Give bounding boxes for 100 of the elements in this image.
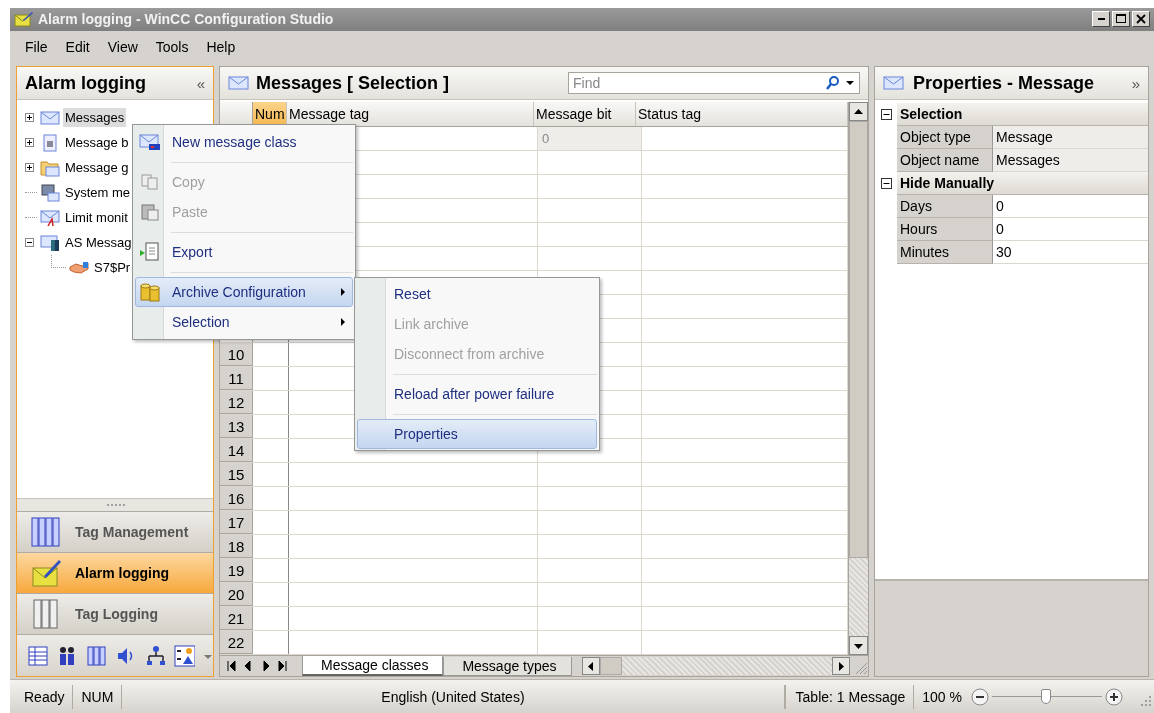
vertical-scrollbar[interactable] <box>848 102 868 655</box>
row-header[interactable]: 11 <box>220 367 253 390</box>
menu-item[interactable]: Properties <box>357 419 597 449</box>
scroll-thumb[interactable] <box>599 657 622 675</box>
scroll-up-icon[interactable] <box>854 108 863 115</box>
tree-toggle[interactable] <box>25 113 37 122</box>
search-bar[interactable]: Find <box>568 72 860 94</box>
database-icon <box>139 282 161 302</box>
menu-item[interactable]: New message class <box>135 127 353 157</box>
row-header[interactable]: 16 <box>220 487 253 510</box>
window-title: Alarm logging - WinCC Configuration Studio <box>38 11 335 28</box>
row-header[interactable]: 21 <box>220 607 253 630</box>
menu-item[interactable]: Export <box>135 237 353 267</box>
row-header[interactable]: 18 <box>220 535 253 558</box>
sheet-tab[interactable]: Message classes <box>302 656 444 676</box>
row-header[interactable]: 15 <box>220 463 253 486</box>
horizontal-scrollbar[interactable] <box>581 657 850 675</box>
tree-toggle[interactable] <box>25 138 37 147</box>
menu-item[interactable]: File <box>16 38 57 55</box>
column-header[interactable]: Num <box>253 102 287 126</box>
scroll-right-icon[interactable] <box>838 661 844 671</box>
tree-item[interactable]: S7$Pr <box>92 258 133 277</box>
menu-item[interactable]: Edit <box>56 38 99 55</box>
tree-item[interactable]: Limit monit <box>63 208 130 227</box>
panel-title: Alarm logging <box>25 72 147 94</box>
editor-button[interactable]: Tag Logging <box>17 593 213 634</box>
scroll-left-icon[interactable] <box>587 661 594 671</box>
row-header[interactable]: 19 <box>220 559 253 582</box>
tree-toggle[interactable] <box>25 238 37 247</box>
picture-list-icon[interactable] <box>173 644 196 667</box>
editor-button[interactable]: Alarm logging <box>17 552 213 593</box>
tree-item[interactable]: AS Messag <box>63 233 134 252</box>
row-header[interactable]: 20 <box>220 583 253 606</box>
scroll-down-icon[interactable] <box>854 642 863 649</box>
table-icon[interactable] <box>27 644 49 667</box>
search-field[interactable]: Find <box>569 75 821 91</box>
tree-item[interactable]: System me <box>63 183 132 202</box>
envelope-pen-icon <box>31 558 63 588</box>
search-icon <box>825 75 841 91</box>
limit-icon <box>40 208 60 227</box>
row-header[interactable]: 13 <box>220 415 253 438</box>
property-group[interactable]: Hide Manually <box>897 172 1148 195</box>
close-icon <box>1136 14 1146 25</box>
sheet-tab[interactable]: Message types <box>443 656 572 676</box>
binders-icon[interactable] <box>85 644 108 667</box>
collapse-button[interactable]: « <box>196 74 205 92</box>
envelope-icon <box>139 133 161 151</box>
envelope-icon <box>40 108 60 127</box>
property-value[interactable]: Message <box>993 126 1148 149</box>
maximize-button[interactable] <box>1112 11 1130 28</box>
menu-item[interactable]: Reload after power failure <box>357 379 597 409</box>
network-icon[interactable] <box>144 644 166 667</box>
collapse-icon[interactable] <box>880 178 892 189</box>
menu-item[interactable]: Help <box>197 38 245 55</box>
envelope-icon <box>228 75 250 91</box>
zoom-out-icon[interactable] <box>970 686 990 707</box>
menu-item[interactable]: Reset <box>357 279 597 309</box>
status-text: NUM <box>73 684 123 709</box>
menu-item[interactable]: Archive Configuration <box>135 277 353 307</box>
resize-grip-icon[interactable] <box>1140 694 1152 707</box>
tree-item[interactable]: Message g <box>63 158 131 177</box>
paste-icon <box>140 203 160 221</box>
column-header[interactable]: Message bit <box>534 102 636 126</box>
status-text: Table: 1 Message <box>784 684 915 709</box>
submenu-arrow-icon <box>340 317 346 327</box>
row-header[interactable]: 22 <box>220 631 253 654</box>
copy-icon <box>140 173 160 191</box>
row-header[interactable]: 10 <box>220 343 253 366</box>
table-cell: 0 <box>538 127 642 150</box>
property-name: Object type <box>897 126 993 149</box>
splitter-grip-icon[interactable] <box>104 503 126 507</box>
plc-icon <box>40 233 60 252</box>
row-header[interactable]: 14 <box>220 439 253 462</box>
property-group[interactable]: Selection <box>897 103 1148 126</box>
row-header[interactable]: 12 <box>220 391 253 414</box>
tree-toggle[interactable] <box>25 163 37 172</box>
slider-thumb[interactable] <box>1040 688 1051 704</box>
tree-item[interactable]: Message b <box>63 133 131 152</box>
close-button[interactable] <box>1132 11 1150 28</box>
menu-item[interactable]: Selection <box>135 307 353 337</box>
folder-icon <box>40 158 60 177</box>
expand-button[interactable]: » <box>1131 74 1140 92</box>
scroll-thumb[interactable] <box>849 121 868 558</box>
editor-button[interactable]: Tag Management <box>17 511 213 552</box>
menu-item[interactable]: View <box>98 38 147 55</box>
row-header[interactable]: 17 <box>220 511 253 534</box>
property-name: Object name <box>897 149 993 172</box>
export-icon <box>140 242 160 262</box>
zoom-in-icon[interactable] <box>1104 686 1124 707</box>
expand-icon <box>25 113 34 122</box>
tree-item[interactable]: Messages <box>63 108 127 127</box>
zoom-level: 100 % <box>921 688 963 705</box>
menu-item[interactable]: Tools <box>146 38 198 55</box>
property-value[interactable]: Messages <box>993 149 1148 172</box>
collapse-icon[interactable] <box>880 109 892 120</box>
property-name: Days <box>897 195 993 218</box>
panel-title: Messages [ Selection ] <box>256 72 451 94</box>
envelope-icon <box>883 75 905 91</box>
minimize-button[interactable] <box>1092 11 1110 28</box>
envelope-pen-icon <box>14 11 34 28</box>
